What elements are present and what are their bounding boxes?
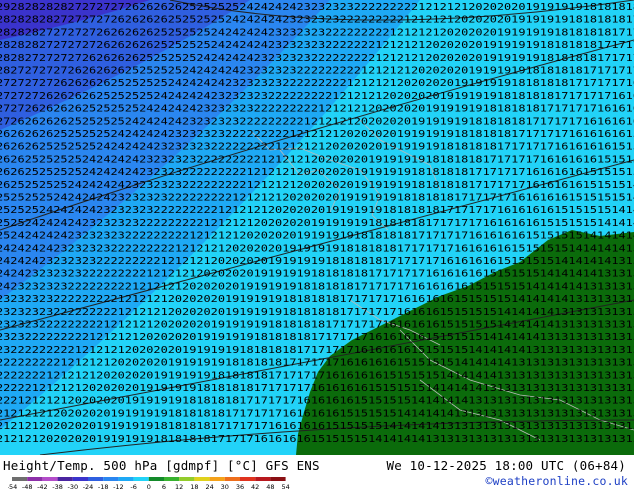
site-credit[interactable]: ©weatheronline.co.uk: [486, 474, 628, 488]
valid-time: We 10-12-2025 18:00 UTC (06+84): [386, 458, 626, 473]
temperature-value-row: 2928282828272727272626262625252525242424…: [0, 2, 634, 13]
temperature-value-row: 2828282827272727262626262525252524242424…: [0, 15, 634, 26]
scale-block: [133, 477, 149, 481]
scale-block: [42, 477, 58, 481]
scale-tick-label: -48: [22, 483, 33, 490]
scale-tick-label: -42: [37, 483, 48, 490]
scale-tick-label: -24: [83, 483, 94, 490]
scale-block: [194, 477, 210, 481]
scale-tick-label: 6: [162, 483, 166, 490]
temperature-value-row: 2626262625252525242424242323232322222222…: [0, 129, 634, 140]
scale-block: [255, 477, 271, 481]
temperature-value-row: 2626252525252424242423232322222222212121…: [0, 167, 634, 178]
scale-block: [103, 477, 119, 481]
scale-tick-label: 0: [147, 483, 151, 490]
scale-tick-label: -38: [52, 483, 63, 490]
scale-tick-label: -12: [113, 483, 124, 490]
temperature-value-row: 2727262626262525252524242424232323232222…: [0, 104, 634, 115]
map-title: Height/Temp. 500 hPa [gdmpf] [°C] GFS EN…: [3, 458, 320, 473]
scale-tick-label: 18: [190, 483, 198, 490]
temperature-value-row: 2525242424242323232322222222212121212020…: [0, 218, 634, 229]
temperature-value-row: 2322222222212121212020202019191919181818…: [0, 345, 634, 356]
temperature-value-row: 2625252525242424242323232322222222212121…: [0, 180, 634, 191]
temperature-value-row: 2828272727272626262625252525242424242323…: [0, 53, 634, 64]
temperature-value-row: 2221212121202020201919191918181818171717…: [0, 396, 634, 407]
temperature-value-row: 2525252424242423232323222222222121212120…: [0, 205, 634, 216]
temperature-value-grid: 2928282828272727272626262625252525242424…: [0, 2, 634, 445]
temperature-value-row: 2424242423232323222222222121212120202020…: [0, 243, 634, 254]
scale-block: [57, 477, 73, 481]
scale-block: [270, 477, 286, 481]
temperature-value-row: 2727272726262626252525252424242423232323…: [0, 78, 634, 89]
scale-block: [72, 477, 88, 481]
temperature-value-row: 2424232323232222222221212121202020201919…: [0, 269, 634, 280]
color-scale-blocks: [12, 477, 286, 481]
temperature-value-row: 2827272727262626262525252524242424232323…: [0, 66, 634, 77]
scale-block: [27, 477, 43, 481]
temperature-value-row: 2323232322222222212121212020202019191919…: [0, 294, 634, 305]
scale-block: [224, 477, 240, 481]
scale-tick-label: 24: [205, 483, 213, 490]
temperature-value-row: 2828282727272726262626252525252424242423…: [0, 27, 634, 38]
scale-block: [148, 477, 164, 481]
color-scale: -54 -48 -42 -38 -30 -24 -18 -12 -6 0 6 12 18 24 30 36 42…: [8, 477, 290, 490]
scale-block: [209, 477, 225, 481]
weather-map: 2928282828272727272626262625252525242424…: [0, 0, 634, 455]
temperature-value-row: 2121212120202020191919191818181817171717…: [0, 408, 634, 419]
temperature-value-row: 2424242323232322222222212121212020202019…: [0, 256, 634, 267]
scale-tick-label: -30: [67, 483, 78, 490]
temperature-value-row: 2726262626252525252424242423232323222222…: [0, 116, 634, 127]
scale-tick-label: 30: [221, 483, 229, 490]
temperature-value-row: 2121212020202019191919181818181717171616…: [0, 434, 634, 445]
temperature-value-row: 2222222221212121202020201919191918181818…: [0, 358, 634, 369]
scale-block: [240, 477, 256, 481]
temperature-value-row: 2323232222222221212121202020201919191918…: [0, 320, 634, 331]
temperature-value-row: 2525252524242424232323232222222221212121…: [0, 193, 634, 204]
temperature-value-row: 2323232322222222212121212020202019191919…: [0, 307, 634, 318]
scale-block: [88, 477, 104, 481]
temperature-value-row: 2524242424232323232222222221212121202020…: [0, 231, 634, 242]
temperature-value-row: 2727272626262625252525242424242323232322…: [0, 91, 634, 102]
info-bar: Height/Temp. 500 hPa [gdmpf] [°C] GFS EN…: [0, 455, 634, 490]
temperature-value-row: 2626262525252524242424232323232222222221…: [0, 142, 634, 153]
scale-tick-label: 54: [281, 483, 289, 490]
scale-tick-label: -54: [8, 483, 17, 490]
scale-tick-label: 36: [236, 483, 244, 490]
scale-tick-label: 12: [175, 483, 183, 490]
scale-tick-label: -18: [98, 483, 109, 490]
temperature-value-row: 2423232323222222222121212120202020191919…: [0, 281, 634, 292]
color-scale-ticks: -54 -48 -42 -38 -30 -24 -18 -12 -6 0 6 12 18 24 30 36 42…: [8, 483, 290, 490]
temperature-value-row: 2222222121212120202020191919191818181817…: [0, 370, 634, 381]
scale-tick-label: 48: [266, 483, 274, 490]
scale-tick-label: 42: [251, 483, 259, 490]
scale-block: [164, 477, 180, 481]
temperature-value-row: 2121212020202019191919181818181717171716…: [0, 421, 634, 432]
scale-block: [12, 477, 28, 481]
temperature-value-row: 2828282727272726262626252525252424242423…: [0, 40, 634, 51]
scale-tick-label: -6: [130, 483, 136, 490]
scale-block: [118, 477, 134, 481]
temperature-value-row: 2222212121212020202019191919181818181717…: [0, 383, 634, 394]
temperature-value-row: 2626252525252424242423232323222222222121…: [0, 154, 634, 165]
temperature-value-row: 2323222222222121212120202020191919191818…: [0, 332, 634, 343]
scale-block: [179, 477, 195, 481]
